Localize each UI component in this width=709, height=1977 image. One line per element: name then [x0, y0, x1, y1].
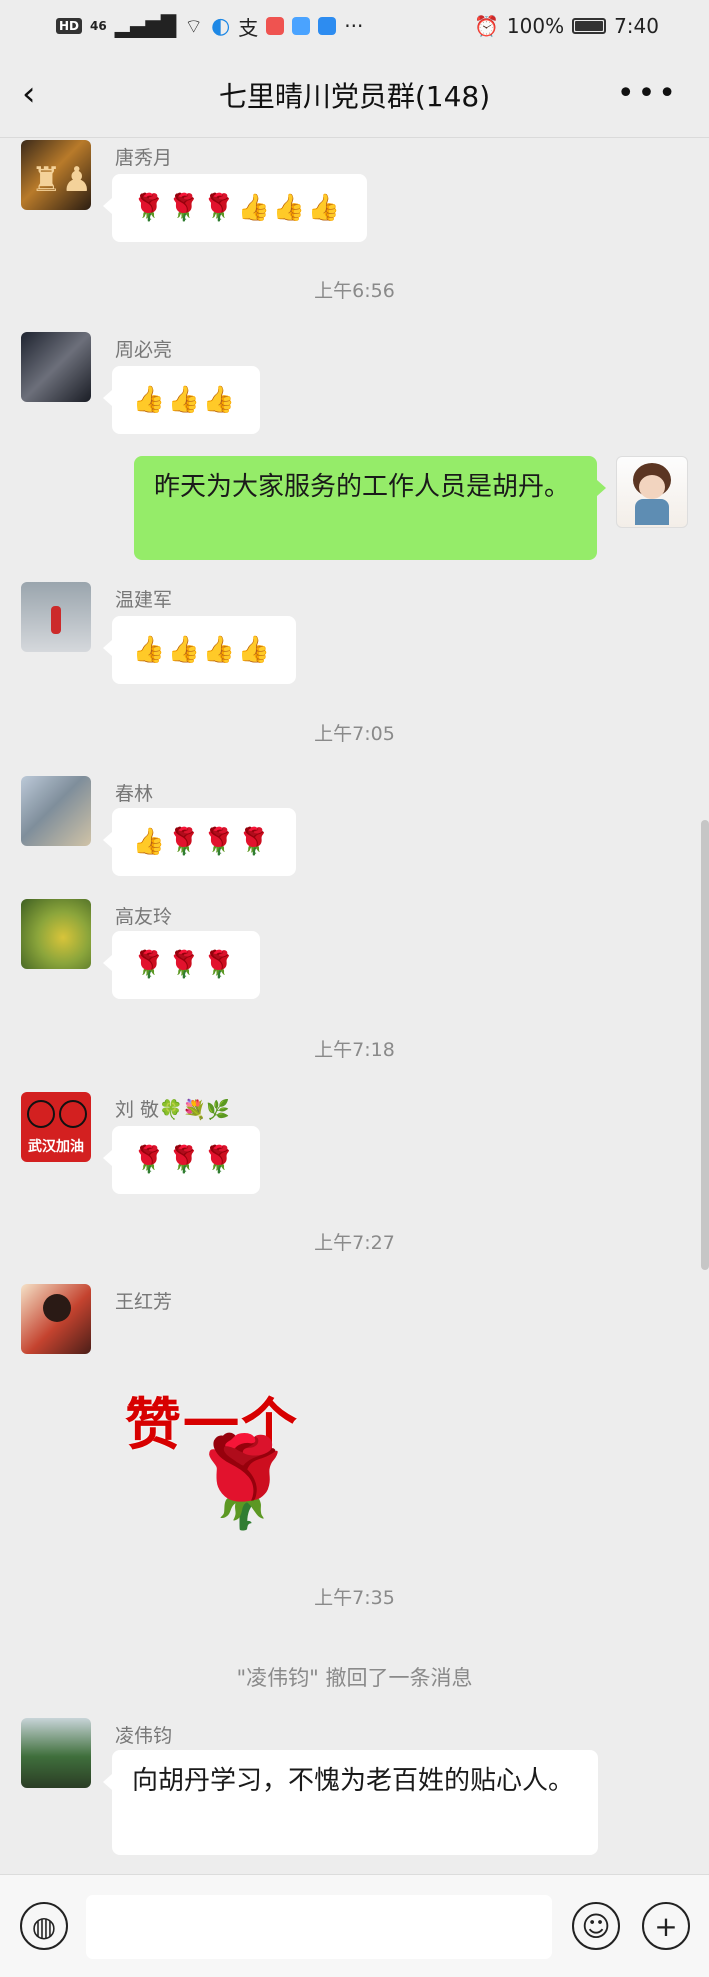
message-row: 凌伟钧 向胡丹学习，不愧为老百姓的贴心人。 — [0, 1718, 709, 1868]
avatar[interactable]: 武汉加油 — [21, 1092, 91, 1162]
sender-name: 王红芳 — [115, 1291, 173, 1313]
thumbs-up-emoji: 👍 — [202, 385, 236, 415]
message-bubble[interactable]: 向胡丹学习，不愧为老百姓的贴心人。 — [103, 1750, 598, 1855]
message-row: 周必亮 👍 👍 👍 — [0, 332, 709, 442]
app-blue-icon — [292, 17, 311, 35]
avatar[interactable] — [21, 582, 91, 652]
plus-icon: + — [654, 1909, 678, 1943]
message-row-self: 昨天为大家服务的工作人员是胡丹。 — [0, 456, 709, 566]
avatar[interactable] — [21, 1718, 91, 1788]
message-text: 昨天为大家服务的工作人员是胡丹。 — [154, 472, 571, 502]
rose-emoji: 🌹 — [167, 827, 201, 857]
thumbs-up-emoji: 👍 — [202, 635, 236, 665]
back-icon[interactable]: ‹ — [22, 76, 58, 112]
avatar[interactable] — [21, 1284, 91, 1354]
message-row: 春林 👍 🌹 🌹 🌹 — [0, 776, 709, 886]
recall-notice: "凌伟钧" 撤回了一条消息 — [236, 1666, 473, 1690]
thumbs-up-emoji: 👍 — [237, 635, 271, 665]
rose-emoji: 🌹 — [167, 950, 201, 980]
rose-emoji: 🌹 — [202, 827, 236, 857]
emoji-button[interactable]: ☺ — [572, 1902, 620, 1950]
voice-button[interactable]: ◍ — [20, 1902, 68, 1950]
emoji-icon: ☺ — [581, 1909, 611, 1943]
battery-percent: 100% — [506, 14, 565, 38]
chat-header: ‹ 七里晴川党员群(148) ••• — [0, 52, 709, 138]
message-bubble[interactable]: 👍 👍 👍 👍 — [103, 616, 296, 684]
thumbs-up-emoji: 👍 — [307, 193, 341, 223]
thumbs-up-emoji: 👍 — [132, 635, 166, 665]
avatar[interactable] — [21, 332, 91, 402]
sender-name: 温建军 — [115, 589, 173, 611]
thumbs-up-emoji: 👍 — [237, 193, 271, 223]
thumbs-up-emoji: 👍 — [132, 385, 166, 415]
avatar[interactable]: ♜♟ — [21, 140, 91, 210]
hd-icon: HD — [56, 18, 83, 34]
message-row: 高友玲 🌹 🌹 🌹 — [0, 899, 709, 1009]
message-row: ♜♟ 唐秀月 🌹 🌹 🌹 👍 👍 👍 — [0, 140, 709, 250]
message-bubble[interactable]: 🌹 🌹 🌹 — [103, 931, 260, 999]
rose-emoji: 🌹 — [167, 193, 201, 223]
rose-emoji: 🌹 — [132, 950, 166, 980]
rose-emoji: 🌹 — [167, 1145, 201, 1175]
thumbs-up-emoji: 👍 — [167, 385, 201, 415]
sender-name: 刘 敬🍀💐🌿 — [115, 1099, 231, 1121]
message-row: 温建军 👍 👍 👍 👍 — [0, 582, 709, 692]
status-bar: HD 46 ▂▄▆█ ⌔ ◐ 支 ··· ⏰ 100% 7:40 — [0, 0, 709, 52]
thumbs-up-emoji: 👍 — [167, 635, 201, 665]
sender-name: 凌伟钧 — [115, 1725, 173, 1747]
sender-name: 唐秀月 — [115, 147, 173, 169]
message-row: 武汉加油 刘 敬🍀💐🌿 🌹 🌹 🌹 — [0, 1092, 709, 1202]
plus-button[interactable]: + — [642, 1902, 690, 1950]
rose-emoji: 🌹 — [132, 1145, 166, 1175]
more-status-icon: ··· — [344, 14, 364, 38]
sender-name: 春林 — [115, 783, 154, 805]
more-icon[interactable]: ••• — [617, 76, 679, 112]
status-right: ⏰ 100% 7:40 — [474, 14, 659, 38]
rose-emoji: 🌹 — [202, 193, 236, 223]
rose-emoji: 🌹 — [132, 193, 166, 223]
rose-sticker-icon: 🌹 — [188, 1430, 298, 1533]
timestamp: 上午7:05 — [314, 723, 395, 745]
message-text: 向胡丹学习，不愧为老百姓的贴心人。 — [132, 1766, 575, 1796]
network-label: 46 — [90, 19, 107, 33]
avatar[interactable] — [21, 776, 91, 846]
signal-icon: ▂▄▆█ — [114, 14, 177, 38]
timestamp: 上午7:35 — [314, 1587, 395, 1609]
browser-icon: ◐ — [211, 13, 231, 39]
message-row: 王红芳 — [0, 1284, 709, 1544]
input-bar: ◍ ☺ + — [0, 1874, 709, 1977]
message-bubble[interactable]: 👍 🌹 🌹 🌹 — [103, 808, 296, 876]
sender-name: 高友玲 — [115, 906, 173, 928]
message-bubble[interactable]: 👍 👍 👍 — [103, 366, 260, 434]
message-bubble[interactable]: 🌹 🌹 🌹 👍 👍 👍 — [103, 174, 367, 242]
avatar[interactable] — [21, 899, 91, 969]
clock: 7:40 — [614, 14, 659, 38]
timestamp: 上午7:18 — [314, 1039, 395, 1061]
message-input[interactable] — [86, 1895, 552, 1959]
message-bubble-self[interactable]: 昨天为大家服务的工作人员是胡丹。 — [134, 456, 606, 560]
rose-emoji: 🌹 — [237, 827, 271, 857]
status-left: HD 46 ▂▄▆█ ⌔ ◐ 支 ··· — [56, 12, 363, 41]
sender-name: 周必亮 — [115, 339, 173, 361]
wifi-icon: ⌔ — [184, 13, 204, 38]
rose-emoji: 🌹 — [202, 950, 236, 980]
timestamp: 上午7:27 — [314, 1232, 395, 1254]
chat-title: 七里晴川党员群(148) — [218, 79, 491, 113]
app-red-icon — [266, 17, 285, 35]
rose-emoji: 🌹 — [202, 1145, 236, 1175]
alipay-icon: 支 — [238, 15, 259, 40]
thumbs-up-emoji: 👍 — [132, 827, 166, 857]
thumbs-up-emoji: 👍 — [272, 193, 306, 223]
my-avatar[interactable] — [616, 456, 688, 528]
message-bubble[interactable]: 🌹 🌹 🌹 — [103, 1126, 260, 1194]
scrollbar[interactable] — [701, 820, 709, 1270]
app-cloud-icon — [318, 17, 337, 35]
battery-icon — [572, 18, 607, 34]
timestamp: 上午6:56 — [314, 280, 395, 302]
sticker-caption: 武汉加油 — [28, 1139, 84, 1155]
alarm-icon: ⏰ — [473, 14, 499, 38]
voice-icon: ◍ — [31, 1909, 57, 1943]
